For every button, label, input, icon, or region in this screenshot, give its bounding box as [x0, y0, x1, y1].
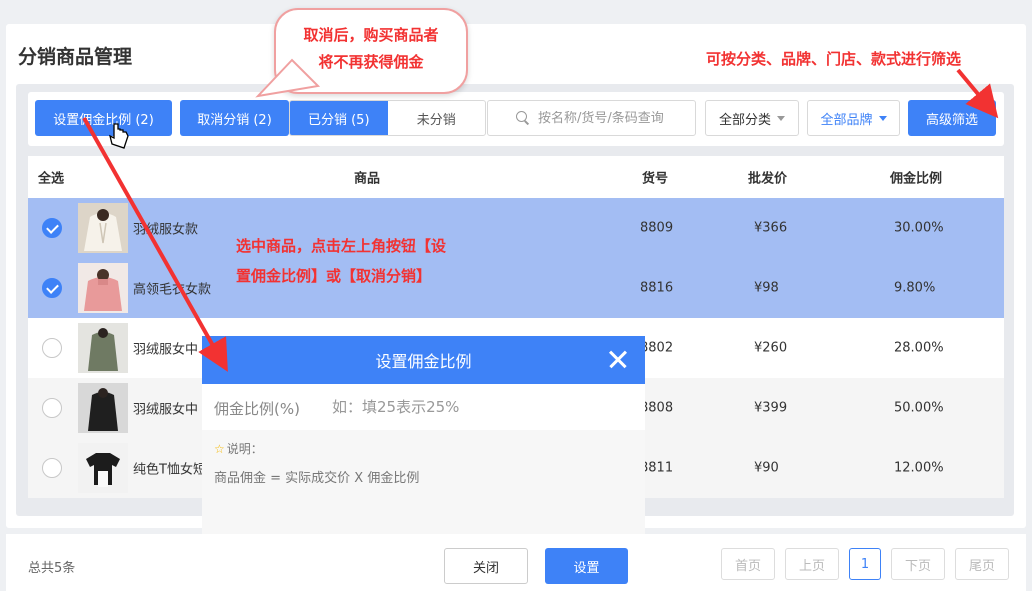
- row-checkbox[interactable]: [42, 398, 62, 418]
- set-commission-ratio-button[interactable]: 设置佣金比例 (2): [35, 100, 172, 136]
- commission-ratio: 28.00%: [894, 340, 944, 356]
- product-name: 羽绒服女中: [133, 342, 199, 358]
- search-icon: [516, 111, 530, 125]
- product-price: ¥260: [754, 340, 788, 356]
- total-count: 总共5条: [28, 561, 76, 576]
- modal-title: 设置佣金比例: [375, 352, 472, 371]
- tab-distributed[interactable]: 已分销 (5): [290, 101, 388, 135]
- table-row[interactable]: 高领毛衣女款 8816 ¥98 9.80%: [28, 258, 1004, 318]
- note-formula: 商品佣金 = 实际成交价 X 佣金比例: [214, 471, 420, 486]
- commission-ratio: 9.80%: [894, 280, 936, 296]
- ratio-header: 佣金比例: [890, 171, 943, 187]
- product-name: 高领毛衣女款: [133, 282, 212, 298]
- product-price: ¥399: [754, 400, 788, 416]
- modal-body: 佣金比例(%) ☆说明： 商品佣金 = 实际成交价 X 佣金比例: [202, 384, 645, 540]
- pagination-prev[interactable]: 上页: [785, 548, 839, 580]
- search-input[interactable]: [538, 110, 688, 126]
- category-select[interactable]: 全部分类: [705, 100, 799, 136]
- filter-annotation: 可按分类、品牌、门店、款式进行筛选: [706, 50, 962, 68]
- product-thumbnail: [78, 263, 128, 313]
- product-code: 8809: [640, 220, 674, 236]
- tab-undistributed[interactable]: 未分销: [388, 101, 486, 135]
- product-name: 羽绒服女中: [133, 402, 199, 418]
- page-title: 分销商品管理: [18, 46, 133, 68]
- annotation-bubble: 取消后，购买商品者 将不再获得佣金: [274, 8, 468, 94]
- modal-note: ☆ 说明： 商品佣金 = 实际成交价 X 佣金比例: [202, 430, 645, 540]
- category-select-label: 全部分类: [718, 112, 771, 128]
- code-header: 货号: [642, 171, 669, 187]
- product-code: 8816: [640, 280, 674, 296]
- select-annotation-line-1: 选中商品，点击左上角按钮【设: [236, 237, 447, 255]
- commission-ratio: 50.00%: [894, 400, 944, 416]
- brand-select[interactable]: 全部品牌: [807, 100, 900, 136]
- select-annotation-line-2: 置佣金比例】或【取消分销】: [236, 267, 432, 285]
- bubble-line-2: 将不再获得佣金: [318, 53, 424, 71]
- product-thumbnail: [78, 323, 128, 373]
- product-name: 羽绒服女款: [133, 222, 199, 238]
- product-price: ¥366: [754, 220, 788, 236]
- product-thumbnail: [78, 203, 128, 253]
- product-thumbnail: [78, 443, 128, 493]
- distribution-status-tabs: 已分销 (5) 未分销: [289, 100, 486, 136]
- price-header: 批发价: [748, 171, 788, 187]
- note-title: 说明：: [226, 442, 263, 456]
- set-button[interactable]: 设置: [545, 548, 628, 584]
- ratio-field-label: 佣金比例(%): [214, 400, 300, 418]
- row-checkbox[interactable]: [42, 458, 62, 478]
- advanced-filter-button[interactable]: 高级筛选: [908, 100, 996, 136]
- commission-ratio: 30.00%: [894, 220, 944, 236]
- product-name: 纯色T恤女短: [133, 462, 206, 478]
- close-button[interactable]: 关闭: [444, 548, 528, 584]
- cancel-distribution-button[interactable]: 取消分销 (2): [180, 100, 289, 136]
- star-icon: ☆: [214, 442, 225, 456]
- row-checkbox[interactable]: [42, 338, 62, 358]
- table-row[interactable]: 羽绒服女款 8809 ¥366 30.00%: [28, 198, 1004, 258]
- row-checkbox[interactable]: [42, 218, 62, 238]
- chevron-down-icon: [777, 115, 785, 121]
- close-icon[interactable]: [607, 348, 629, 370]
- ratio-input[interactable]: [332, 390, 612, 424]
- row-checkbox[interactable]: [42, 278, 62, 298]
- pagination-first[interactable]: 首页: [721, 548, 775, 580]
- pagination-current[interactable]: 1: [849, 548, 881, 580]
- bubble-line-1: 取消后，购买商品者: [303, 26, 439, 44]
- pagination-next[interactable]: 下页: [891, 548, 945, 580]
- table-header: 全选 商品 货号 批发价 佣金比例: [28, 156, 1004, 198]
- search-box: [487, 100, 696, 136]
- pagination-last[interactable]: 尾页: [955, 548, 1009, 580]
- brand-select-label: 全部品牌: [820, 112, 873, 128]
- select-all-header[interactable]: 全选: [38, 168, 64, 187]
- modal-header: 设置佣金比例: [202, 336, 645, 384]
- chevron-down-icon: [878, 115, 887, 121]
- product-header: 商品: [354, 171, 381, 187]
- commission-ratio: 12.00%: [894, 460, 944, 476]
- product-thumbnail: [78, 383, 128, 433]
- product-price: ¥90: [754, 460, 779, 476]
- product-price: ¥98: [754, 280, 779, 296]
